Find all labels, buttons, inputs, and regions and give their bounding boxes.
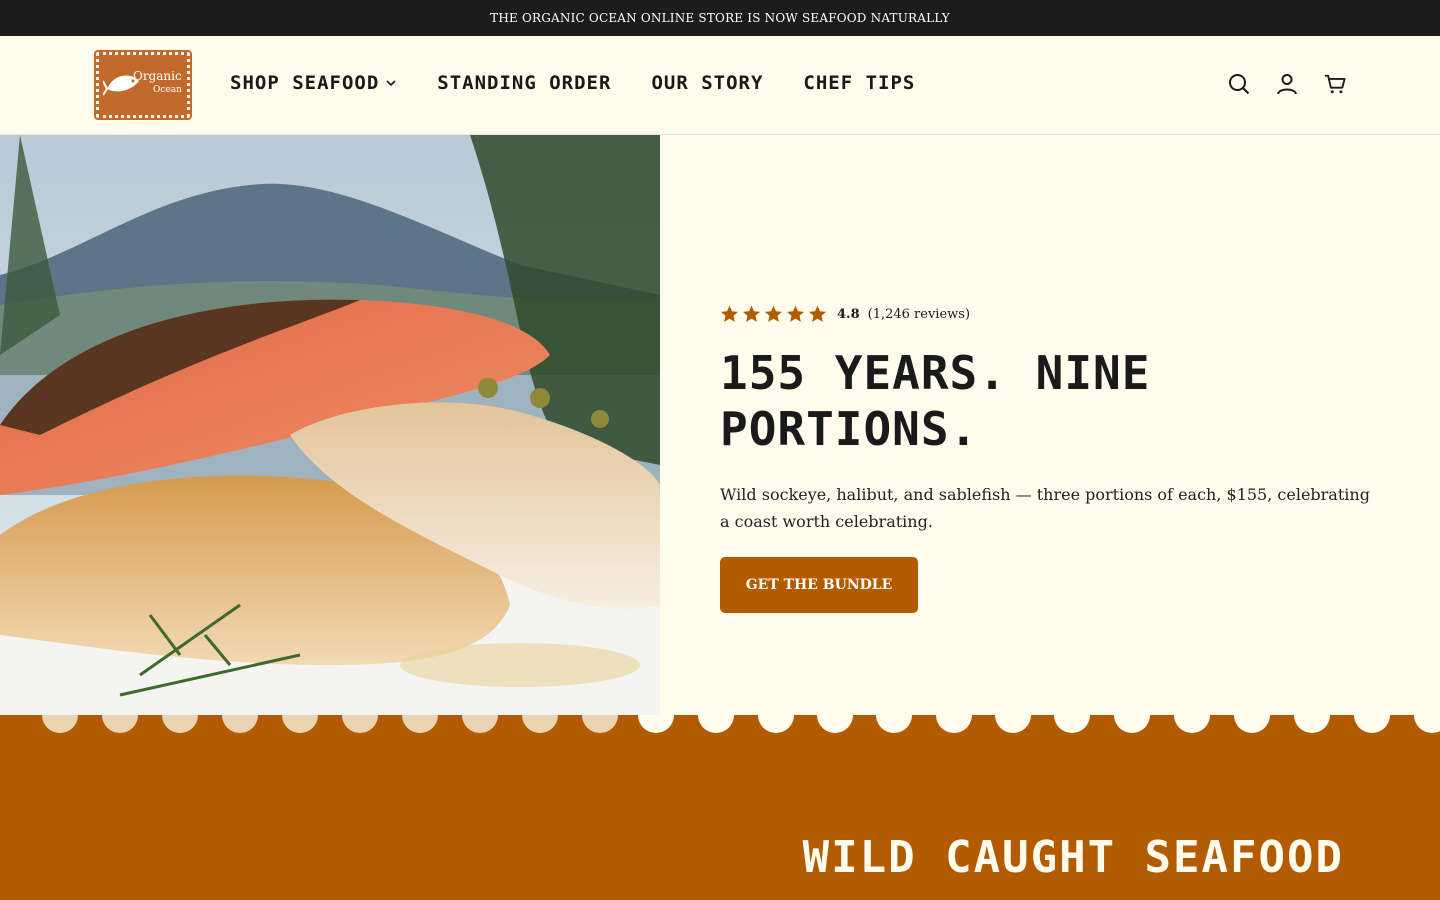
site-header: Organic Ocean SHOP SEAFOOD STANDING ORDE… [0, 36, 1440, 135]
nav-standing-order-label: STANDING ORDER [437, 72, 612, 94]
star-icon [742, 305, 761, 322]
rating-stars [720, 305, 827, 323]
hero-content: 4.8 (1,246 reviews) 155 YEARS. NINE PORT… [720, 305, 1380, 613]
rating-count: (1,246 reviews) [867, 306, 971, 322]
search-icon[interactable] [1228, 72, 1250, 96]
nav-standing-order[interactable]: STANDING ORDER [437, 72, 611, 94]
nav-our-story-label: OUR STORY [651, 72, 764, 94]
site-logo[interactable]: Organic Ocean [94, 50, 192, 120]
star-icon [786, 305, 805, 322]
cart-icon[interactable] [1324, 72, 1346, 96]
hero-description: Wild sockeye, halibut, and sablefish — t… [720, 485, 1370, 531]
nav-shop-seafood[interactable]: SHOP SEAFOOD [230, 72, 397, 94]
nav-chef-tips-label: CHEF TIPS [803, 72, 916, 94]
star-icon [720, 305, 739, 322]
announcement-bar: THE ORGANIC OCEAN ONLINE STORE IS NOW SE… [0, 0, 1440, 36]
logo-text-ocean: Ocean [153, 85, 182, 95]
hero-headline: 155 YEARS. NINE PORTIONS. [720, 346, 1151, 456]
header-icons [1228, 72, 1346, 96]
nav-our-story[interactable]: OUR STORY [651, 72, 763, 94]
star-icon [808, 305, 827, 322]
scalloped-divider [42, 715, 1440, 733]
main-nav: SHOP SEAFOOD STANDING ORDER OUR STORY CH… [230, 72, 915, 94]
rating-value: 4.8 [837, 306, 860, 322]
nav-chef-tips[interactable]: CHEF TIPS [803, 72, 915, 94]
logo-text-organic: Organic [133, 69, 182, 83]
account-icon[interactable] [1276, 72, 1298, 96]
hero-image-seafood-plate [0, 135, 660, 725]
chevron-down-icon [386, 80, 396, 87]
nav-shop-seafood-label: SHOP SEAFOOD [230, 72, 380, 94]
star-icon [764, 305, 783, 322]
product-rating: 4.8 (1,246 reviews) [720, 305, 1380, 323]
get-bundle-button[interactable]: GET THE BUNDLE [720, 557, 918, 613]
announcement-text: THE ORGANIC OCEAN ONLINE STORE IS NOW SE… [490, 11, 950, 25]
section-title: WILD CAUGHT SEAFOOD [802, 832, 1344, 883]
